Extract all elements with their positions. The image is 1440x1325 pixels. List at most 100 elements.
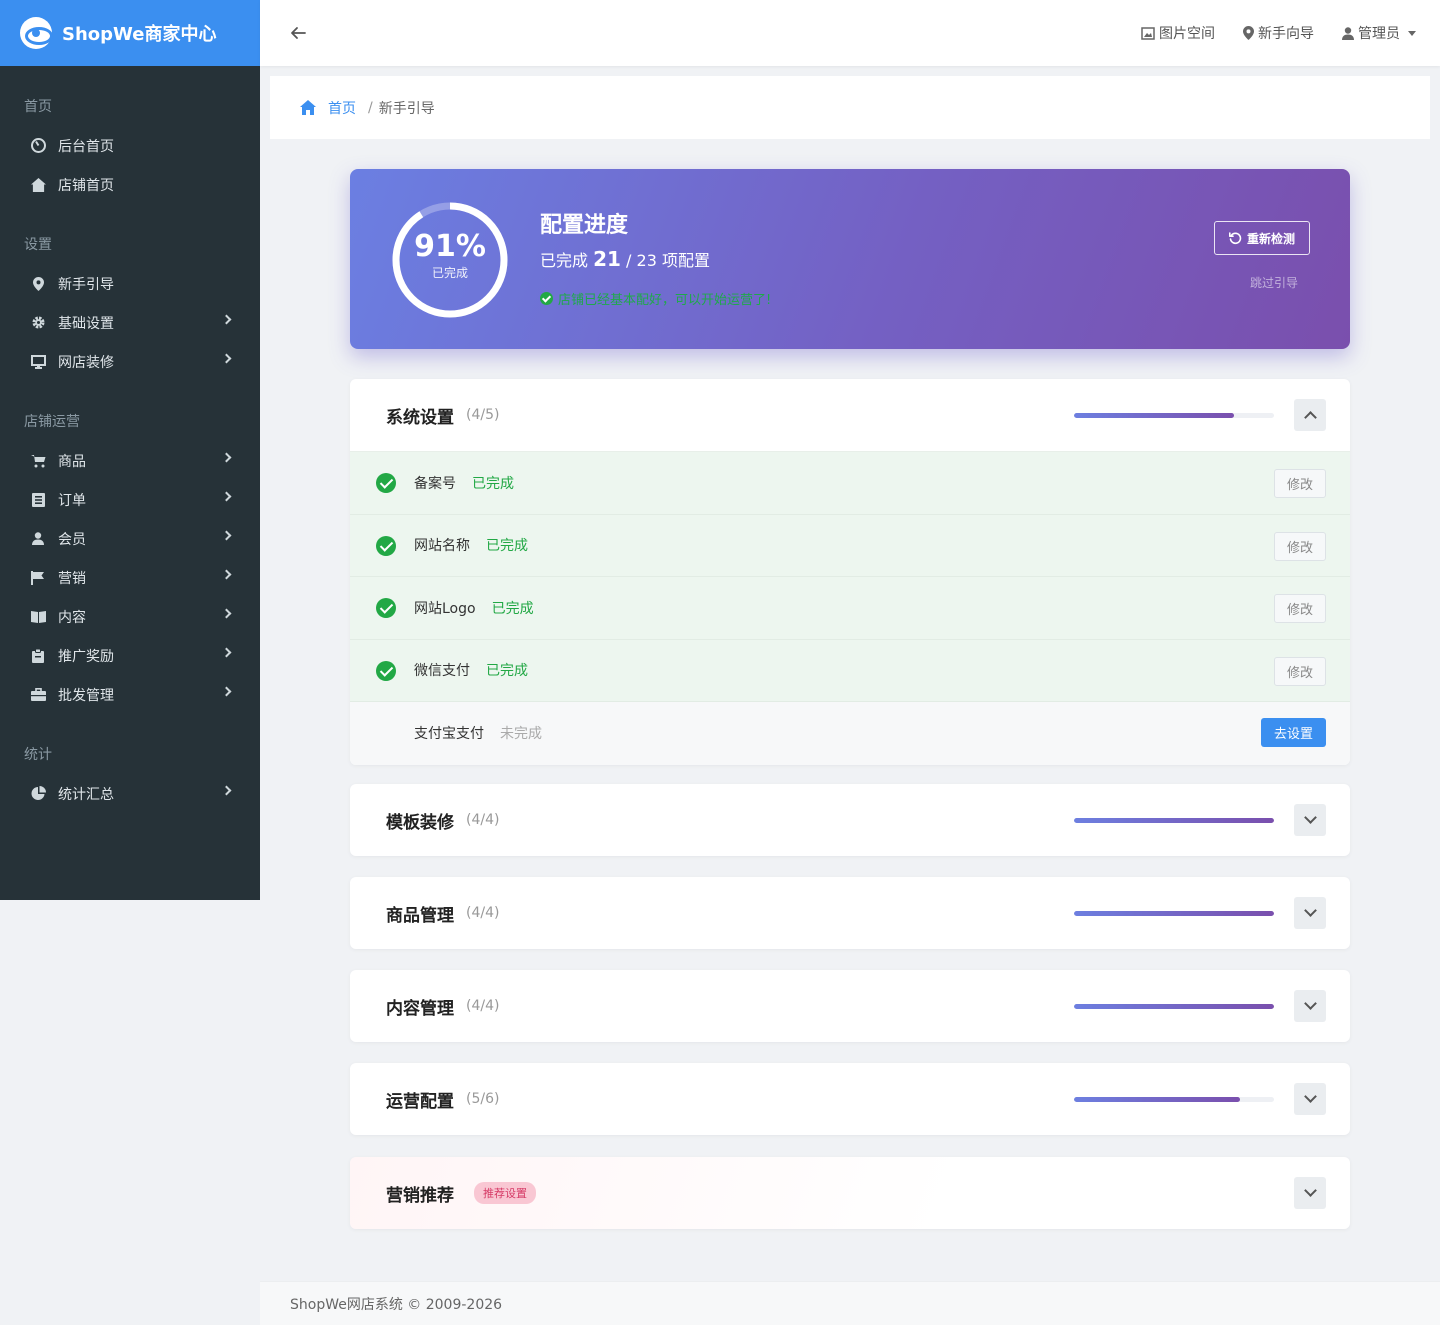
menu-section: 设置新手引导基础设置网店装修 bbox=[0, 204, 260, 381]
sidebar-item[interactable]: 订单 bbox=[0, 480, 260, 519]
progress-count: 已完成 21 / 23 项配置 bbox=[540, 247, 710, 271]
sidebar-item-label: 基础设置 bbox=[58, 315, 114, 332]
chevron-down-icon bbox=[1303, 904, 1317, 917]
refresh-icon bbox=[1228, 231, 1242, 244]
edit-button[interactable]: 修改 bbox=[1274, 469, 1326, 498]
chevron-right-icon bbox=[221, 785, 232, 796]
expand-button[interactable] bbox=[1294, 1083, 1326, 1115]
sidebar-item[interactable]: 推广奖励 bbox=[0, 636, 260, 675]
expand-button[interactable] bbox=[1294, 897, 1326, 929]
progress-card: 91% 已完成 配置进度 已完成 21 / 23 项配置 店铺已经基本配好，可以… bbox=[350, 169, 1350, 349]
chevron-down-icon bbox=[1303, 811, 1317, 824]
sidebar-item[interactable]: 会员 bbox=[0, 519, 260, 558]
count-sep: / bbox=[626, 251, 637, 270]
progress-title: 配置进度 bbox=[540, 213, 629, 238]
section-count: (4/4) bbox=[466, 905, 500, 921]
breadcrumb-separator: / bbox=[368, 99, 373, 116]
section-title: 系统设置 bbox=[386, 407, 454, 428]
sidebar-item[interactable]: 店铺首页 bbox=[0, 165, 260, 204]
section-count: (4/4) bbox=[466, 812, 500, 828]
admin-label: 管理员 bbox=[1358, 26, 1400, 42]
check-circle-icon bbox=[376, 660, 396, 681]
section-header[interactable]: 商品管理 (4/4) bbox=[350, 877, 1350, 949]
sidebar: ShopWe商家中心 首页 后台首页 店铺首页 设置 新手引导 基础设置 网店装修 店铺运营商… bbox=[0, 0, 260, 900]
sidebar-item[interactable]: 批发管理 bbox=[0, 675, 260, 714]
dashboard-icon bbox=[30, 138, 46, 154]
brand[interactable]: ShopWe商家中心 bbox=[0, 0, 260, 66]
collapse-button[interactable] bbox=[1294, 399, 1326, 431]
cart-icon bbox=[30, 453, 46, 469]
back-arrow-icon[interactable] bbox=[288, 23, 308, 43]
section-progress-fill bbox=[1074, 1004, 1274, 1009]
breadcrumb-current: 新手引导 bbox=[378, 100, 435, 117]
menu-section-title: 统计 bbox=[24, 747, 52, 763]
edit-button[interactable]: 修改 bbox=[1274, 656, 1326, 686]
chevron-right-icon bbox=[221, 530, 232, 541]
admin-menu[interactable]: 管理员 bbox=[1342, 23, 1416, 43]
sidebar-item-label: 店铺首页 bbox=[58, 177, 114, 194]
home-icon bbox=[300, 100, 316, 115]
section-header[interactable]: 运营配置 (5/6) bbox=[350, 1063, 1350, 1135]
expand-button[interactable] bbox=[1294, 804, 1326, 836]
user-icon bbox=[30, 531, 46, 547]
section-title: 模板装修 bbox=[386, 812, 454, 833]
sidebar-item[interactable]: 统计汇总 bbox=[0, 774, 260, 813]
menu-section-title: 设置 bbox=[24, 237, 52, 253]
expand-button[interactable] bbox=[1294, 1177, 1326, 1209]
go-setup-button[interactable]: 去设置 bbox=[1261, 718, 1326, 747]
count-suffix: 项配置 bbox=[661, 251, 710, 270]
recheck-label: 重新检测 bbox=[1246, 231, 1295, 246]
recommend-badge: 推荐设置 bbox=[474, 1182, 536, 1204]
config-item-label: 微信支付 bbox=[414, 663, 470, 680]
sidebar-item[interactable]: 新手引导 bbox=[0, 264, 260, 303]
sidebar-item[interactable]: 网店装修 bbox=[0, 342, 260, 381]
map-pin-icon bbox=[1243, 26, 1254, 40]
user-icon bbox=[1342, 26, 1354, 40]
total-count: 23 bbox=[636, 251, 657, 270]
list-icon bbox=[30, 492, 46, 508]
section-title: 运营配置 bbox=[386, 1091, 454, 1112]
sidebar-item[interactable]: 基础设置 bbox=[0, 303, 260, 342]
section-header[interactable]: 内容管理 (4/4) bbox=[350, 970, 1350, 1042]
chevron-up-icon bbox=[1303, 411, 1317, 424]
sidebar-item-label: 会员 bbox=[58, 531, 86, 548]
chevron-right-icon bbox=[221, 491, 232, 502]
sidebar-item[interactable]: 营销 bbox=[0, 558, 260, 597]
chevron-down-icon bbox=[1303, 1184, 1317, 1197]
chevron-right-icon bbox=[221, 314, 232, 325]
sidebar-item-label: 内容 bbox=[58, 609, 86, 626]
newbie-guide-link[interactable]: 新手向导 bbox=[1243, 23, 1314, 43]
recheck-button[interactable]: 重新检测 bbox=[1214, 221, 1310, 255]
config-item-label: 网站名称 bbox=[414, 538, 470, 555]
image-space-link[interactable]: 图片空间 bbox=[1141, 23, 1215, 43]
config-item-label: 备案号 bbox=[414, 475, 456, 492]
sidebar-item[interactable]: 后台首页 bbox=[0, 126, 260, 165]
sidebar-item-label: 统计汇总 bbox=[58, 786, 114, 803]
skip-guide-link[interactable]: 跳过引导 bbox=[1250, 274, 1298, 291]
sidebar-item[interactable]: 商品 bbox=[0, 441, 260, 480]
section-progress-fill bbox=[1074, 1097, 1240, 1102]
section-header[interactable]: 营销推荐 推荐设置 bbox=[350, 1157, 1350, 1229]
config-item-status: 已完成 bbox=[491, 600, 534, 617]
config-section-card: 内容管理 (4/4) bbox=[350, 970, 1350, 1042]
config-section-card: 运营配置 (5/6) bbox=[350, 1063, 1350, 1135]
brand-name: ShopWe商家中心 bbox=[62, 24, 217, 45]
sidebar-item[interactable]: 内容 bbox=[0, 597, 260, 636]
topbar: 图片空间 新手向导 管理员 bbox=[260, 0, 1440, 66]
chevron-right-icon bbox=[221, 353, 232, 364]
sidebar-item-label: 商品 bbox=[58, 453, 86, 470]
section-header[interactable]: 模板装修 (4/4) bbox=[350, 784, 1350, 856]
newbie-guide-label: 新手向导 bbox=[1258, 26, 1314, 42]
progress-note-text: 店铺已经基本配好，可以开始运营了! bbox=[558, 293, 772, 308]
check-circle-icon bbox=[376, 598, 396, 618]
image-space-label: 图片空间 bbox=[1159, 26, 1215, 42]
section-count: (5/6) bbox=[466, 1091, 500, 1107]
section-header[interactable]: 系统设置 (4/5) bbox=[350, 379, 1350, 451]
monitor-icon bbox=[30, 354, 46, 370]
breadcrumb-home[interactable]: 首页 bbox=[328, 98, 356, 118]
edit-button[interactable]: 修改 bbox=[1274, 594, 1326, 623]
edit-button[interactable]: 修改 bbox=[1274, 531, 1326, 561]
expand-button[interactable] bbox=[1294, 990, 1326, 1022]
sidebar-item-label: 新手引导 bbox=[58, 276, 114, 293]
config-item-row: 微信支付 已完成 修改 bbox=[350, 639, 1350, 702]
